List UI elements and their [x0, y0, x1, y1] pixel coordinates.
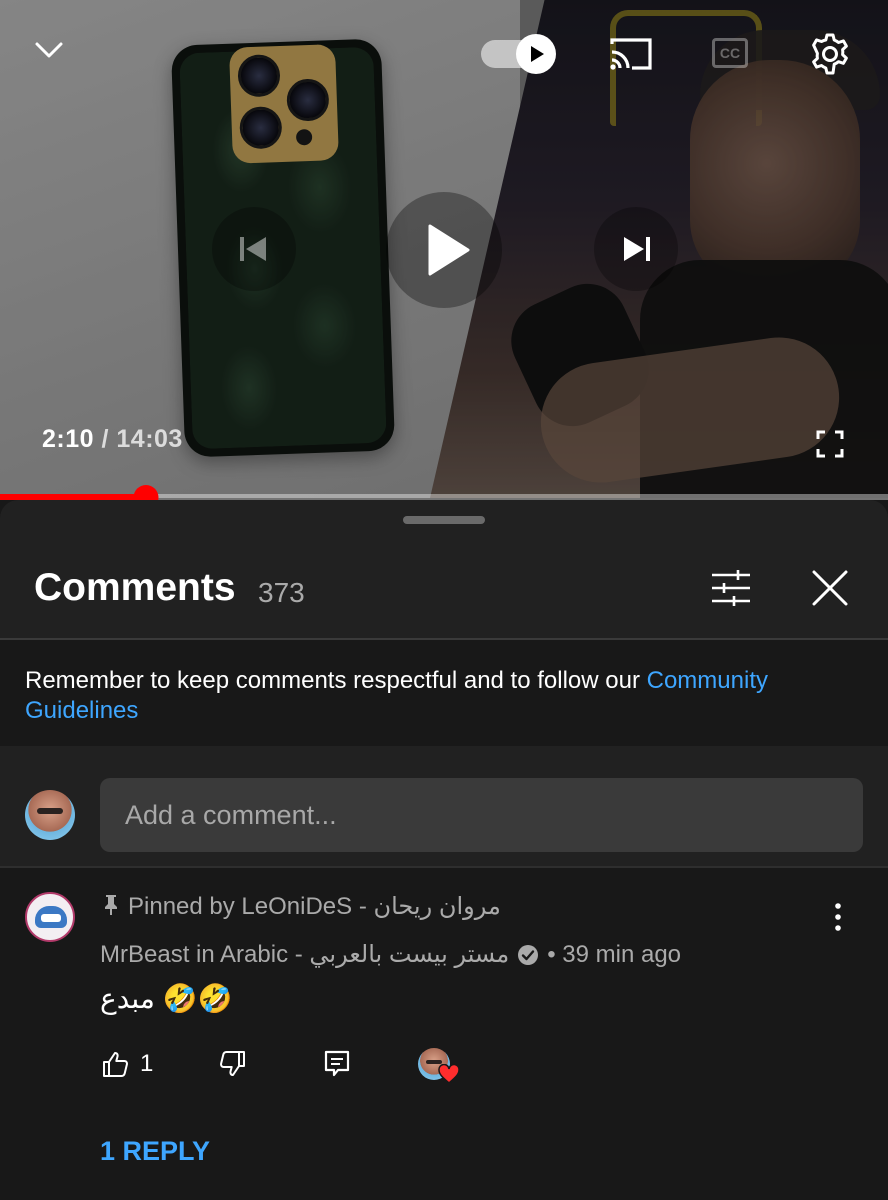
comment-text: مبدع 🤣🤣 — [100, 983, 233, 1014]
previous-button[interactable] — [212, 207, 296, 291]
close-icon[interactable] — [812, 570, 848, 606]
comments-title: Comments — [34, 566, 236, 609]
comments-count: 373 — [258, 577, 305, 608]
next-button[interactable] — [594, 207, 678, 291]
comment-meta: MrBeast in Arabic - مستر بيست بالعربي • … — [100, 940, 681, 969]
commenter-avatar[interactable] — [25, 892, 75, 942]
chevron-down-icon[interactable] — [34, 36, 64, 62]
current-time: 2:10 — [42, 425, 95, 453]
play-button[interactable] — [386, 192, 502, 308]
fullscreen-icon[interactable] — [816, 430, 844, 458]
video-player[interactable]: CC 2:10 / 14:03 — [0, 0, 888, 498]
duration: 14:03 — [116, 425, 183, 453]
cast-icon[interactable] — [608, 36, 654, 72]
settings-icon[interactable] — [808, 32, 852, 76]
playback-time: 2:10 / 14:03 — [42, 425, 183, 454]
comment-actions: 1 — [100, 1044, 600, 1084]
previous-icon — [240, 237, 266, 261]
comment-item: Pinned by LeOniDeS - مروان ريحان MrBeast… — [0, 868, 888, 1200]
like-icon[interactable] — [102, 1050, 130, 1078]
verified-icon — [518, 944, 539, 965]
captions-icon[interactable]: CC — [712, 38, 748, 68]
comment-time: • 39 min ago — [547, 940, 682, 968]
reply-icon[interactable] — [324, 1050, 350, 1078]
pinned-by-text: Pinned by LeOniDeS - مروان ريحان — [128, 893, 501, 920]
captions-label: CC — [719, 45, 741, 61]
community-notice: Remember to keep comments respectful and… — [0, 640, 888, 746]
pinned-label: Pinned by LeOniDeS - مروان ريحان — [102, 892, 501, 921]
drag-handle[interactable] — [403, 516, 485, 524]
autoplay-play-icon — [531, 46, 544, 62]
creator-heart — [418, 1048, 460, 1084]
sort-filter-icon[interactable] — [710, 570, 752, 606]
next-icon — [624, 237, 650, 261]
comment-author[interactable]: MrBeast in Arabic - مستر بيست بالعربي — [100, 940, 509, 969]
comments-panel: Comments 373 Remember to keep comments r… — [0, 500, 888, 1200]
notice-text: Remember to keep comments respectful and… — [25, 667, 647, 694]
play-icon — [428, 224, 470, 276]
like-count: 1 — [140, 1050, 154, 1077]
user-avatar — [25, 790, 75, 840]
heart-icon — [438, 1064, 460, 1084]
view-replies-button[interactable]: 1 REPLY — [100, 1136, 210, 1167]
more-options-icon[interactable] — [832, 902, 844, 932]
time-separator: / — [94, 425, 117, 453]
pin-icon — [105, 895, 117, 915]
add-comment-input[interactable] — [100, 778, 863, 852]
dislike-icon[interactable] — [218, 1050, 246, 1078]
